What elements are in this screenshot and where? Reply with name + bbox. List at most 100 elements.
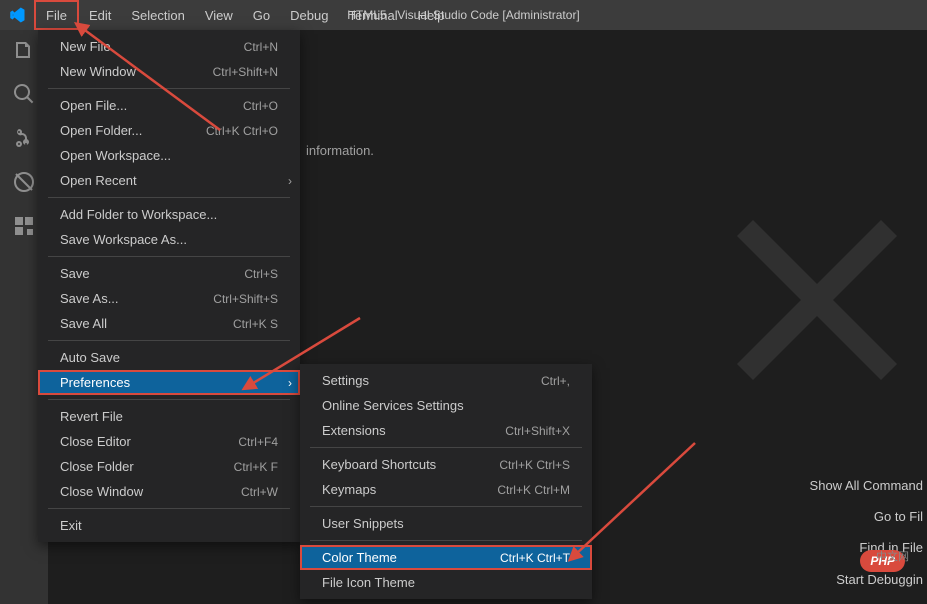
file-menu-add-folder-to-workspace[interactable]: Add Folder to Workspace... xyxy=(38,202,300,227)
menu-edit[interactable]: Edit xyxy=(79,0,121,30)
menu-label: Color Theme xyxy=(322,550,397,565)
menu-label: User Snippets xyxy=(322,516,404,531)
prefs-menu-user-snippets[interactable]: User Snippets xyxy=(300,511,592,536)
menu-separator xyxy=(48,340,290,341)
menu-shortcut: Ctrl+F4 xyxy=(238,435,278,449)
menu-label: Open File... xyxy=(60,98,127,113)
menu-label: Close Folder xyxy=(60,459,134,474)
menu-separator xyxy=(48,508,290,509)
prefs-menu-online-services-settings[interactable]: Online Services Settings xyxy=(300,393,592,418)
menu-separator xyxy=(48,197,290,198)
file-menu-preferences[interactable]: Preferences › xyxy=(38,370,300,395)
file-menu-exit[interactable]: Exit xyxy=(38,513,300,538)
titlebar: File Edit Selection View Go Debug Termin… xyxy=(0,0,927,30)
menu-label: Auto Save xyxy=(60,350,120,365)
info-text: information. xyxy=(306,143,374,158)
menu-separator xyxy=(310,447,582,448)
menu-label: Keymaps xyxy=(322,482,376,497)
file-menu-close-window[interactable]: Close Window Ctrl+W xyxy=(38,479,300,504)
file-menu-open-recent[interactable]: Open Recent › xyxy=(38,168,300,193)
file-menu-revert-file[interactable]: Revert File xyxy=(38,404,300,429)
prefs-menu-keymaps[interactable]: Keymaps Ctrl+K Ctrl+M xyxy=(300,477,592,502)
preferences-submenu: Settings Ctrl+, Online Services Settings Ex… xyxy=(300,364,592,599)
file-menu-close-editor[interactable]: Close Editor Ctrl+F4 xyxy=(38,429,300,454)
prefs-menu-color-theme[interactable]: Color Theme Ctrl+K Ctrl+T xyxy=(300,545,592,570)
menu-file[interactable]: File xyxy=(34,0,79,30)
file-menu-save-all[interactable]: Save All Ctrl+K S xyxy=(38,311,300,336)
watermark-x-icon xyxy=(737,220,897,380)
menu-separator xyxy=(48,256,290,257)
menu-shortcut: Ctrl+Shift+X xyxy=(505,424,570,438)
menu-label: Close Editor xyxy=(60,434,131,449)
menu-shortcut: Ctrl+S xyxy=(244,267,278,281)
file-menu-new-file[interactable]: New File Ctrl+N xyxy=(38,34,300,59)
menu-label: Online Services Settings xyxy=(322,398,464,413)
welcome-hints: Show All Command Go to Fil Find in File … xyxy=(810,470,927,595)
menu-shortcut: Ctrl+K Ctrl+S xyxy=(499,458,570,472)
menu-label: Save Workspace As... xyxy=(60,232,187,247)
menu-shortcut: Ctrl+K S xyxy=(233,317,278,331)
menu-label: Extensions xyxy=(322,423,386,438)
menu-label: Save xyxy=(60,266,90,281)
file-menu-save-as[interactable]: Save As... Ctrl+Shift+S xyxy=(38,286,300,311)
menu-separator xyxy=(48,399,290,400)
menu-shortcut: Ctrl+, xyxy=(541,374,570,388)
file-menu-save-workspace-as[interactable]: Save Workspace As... xyxy=(38,227,300,252)
menu-separator xyxy=(310,540,582,541)
menu-label: Close Window xyxy=(60,484,143,499)
menu-label: Keyboard Shortcuts xyxy=(322,457,436,472)
source-control-icon[interactable] xyxy=(12,126,36,150)
menu-separator xyxy=(48,88,290,89)
vscode-logo-icon xyxy=(0,6,34,24)
menu-label: Settings xyxy=(322,373,369,388)
file-menu-save[interactable]: Save Ctrl+S xyxy=(38,261,300,286)
window-title: HTML5 - Visual Studio Code [Administrato… xyxy=(347,8,580,22)
menu-label: New File xyxy=(60,39,111,54)
file-menu-open-file[interactable]: Open File... Ctrl+O xyxy=(38,93,300,118)
prefs-menu-keyboard-shortcuts[interactable]: Keyboard Shortcuts Ctrl+K Ctrl+S xyxy=(300,452,592,477)
menu-label: Save All xyxy=(60,316,107,331)
menu-label: Add Folder to Workspace... xyxy=(60,207,217,222)
prefs-menu-settings[interactable]: Settings Ctrl+, xyxy=(300,368,592,393)
file-menu-open-folder[interactable]: Open Folder... Ctrl+K Ctrl+O xyxy=(38,118,300,143)
menu-shortcut: Ctrl+K Ctrl+T xyxy=(500,551,570,565)
hint-go-to-file: Go to Fil xyxy=(810,501,927,532)
file-menu-new-window[interactable]: New Window Ctrl+Shift+N xyxy=(38,59,300,84)
menu-label: Revert File xyxy=(60,409,123,424)
menu-separator xyxy=(310,506,582,507)
files-icon[interactable] xyxy=(12,38,36,62)
debug-icon[interactable] xyxy=(12,170,36,194)
menu-label: Save As... xyxy=(60,291,119,306)
file-menu-open-workspace[interactable]: Open Workspace... xyxy=(38,143,300,168)
hint-show-commands: Show All Command xyxy=(810,470,927,501)
menu-shortcut: Ctrl+W xyxy=(241,485,278,499)
menu-label: Open Workspace... xyxy=(60,148,171,163)
menu-label: File Icon Theme xyxy=(322,575,415,590)
file-menu-auto-save[interactable]: Auto Save xyxy=(38,345,300,370)
menu-selection[interactable]: Selection xyxy=(121,0,194,30)
menu-label: New Window xyxy=(60,64,136,79)
extensions-icon[interactable] xyxy=(12,214,36,238)
menu-shortcut: Ctrl+Shift+S xyxy=(213,292,278,306)
menu-shortcut: Ctrl+Shift+N xyxy=(213,65,278,79)
menu-shortcut: Ctrl+O xyxy=(243,99,278,113)
menu-go[interactable]: Go xyxy=(243,0,280,30)
file-menu-close-folder[interactable]: Close Folder Ctrl+K F xyxy=(38,454,300,479)
menu-label: Open Recent xyxy=(60,173,137,188)
menu-debug[interactable]: Debug xyxy=(280,0,338,30)
chevron-right-icon: › xyxy=(288,174,292,188)
menu-label: Open Folder... xyxy=(60,123,142,138)
chevron-right-icon: › xyxy=(288,376,292,390)
menu-shortcut: Ctrl+N xyxy=(244,40,278,54)
file-dropdown-menu: New File Ctrl+N New Window Ctrl+Shift+N Open… xyxy=(38,30,300,542)
menu-label: Exit xyxy=(60,518,82,533)
watermark-text: 中文网 xyxy=(876,548,909,564)
prefs-menu-file-icon-theme[interactable]: File Icon Theme xyxy=(300,570,592,595)
menu-shortcut: Ctrl+K F xyxy=(234,460,278,474)
menu-shortcut: Ctrl+K Ctrl+O xyxy=(206,124,278,138)
prefs-menu-extensions[interactable]: Extensions Ctrl+Shift+X xyxy=(300,418,592,443)
menu-shortcut: Ctrl+K Ctrl+M xyxy=(497,483,570,497)
menu-view[interactable]: View xyxy=(195,0,243,30)
menu-label: Preferences xyxy=(60,375,130,390)
search-icon[interactable] xyxy=(12,82,36,106)
